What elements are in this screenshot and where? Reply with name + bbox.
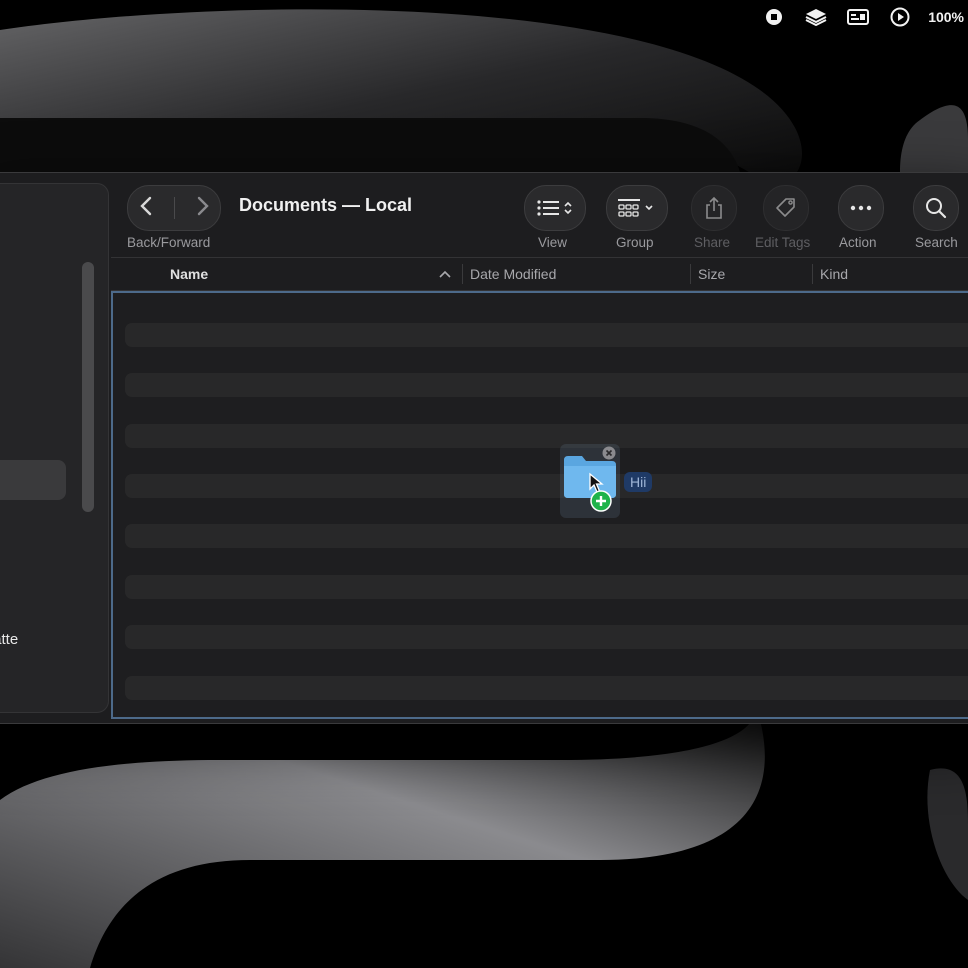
search-label: Search — [915, 235, 958, 250]
caption-icon[interactable] — [846, 7, 870, 27]
list-row-placeholder — [125, 373, 968, 397]
back-button[interactable] — [139, 196, 153, 221]
list-row-placeholder — [125, 676, 968, 700]
battery-percentage: 100% — [928, 9, 964, 25]
remove-badge-icon — [602, 446, 616, 460]
column-name[interactable]: Name — [170, 266, 208, 282]
sidebar: uwatte — [0, 183, 109, 713]
share-button[interactable] — [691, 185, 737, 231]
column-date-modified[interactable]: Date Modified — [470, 266, 556, 282]
list-row-placeholder — [125, 575, 968, 599]
forward-button[interactable] — [196, 196, 210, 221]
sort-ascending-icon[interactable] — [439, 270, 451, 278]
action-label: Action — [839, 235, 877, 250]
column-kind[interactable]: Kind — [820, 266, 848, 282]
chevron-right-icon — [197, 196, 209, 215]
toolbar: Back/Forward Documents — Local View Grou… — [127, 185, 968, 255]
column-size[interactable]: Size — [698, 266, 725, 282]
view-button[interactable] — [524, 185, 586, 231]
play-icon[interactable] — [888, 7, 912, 27]
list-row-placeholder — [125, 323, 968, 347]
more-icon — [850, 205, 872, 211]
share-icon — [706, 196, 722, 219]
dragged-folder[interactable] — [560, 444, 620, 518]
window-title: Documents — Local — [239, 195, 413, 215]
view-label: View — [538, 235, 568, 250]
menu-bar: 100% — [744, 0, 968, 34]
group-button[interactable] — [606, 185, 668, 231]
back-forward-label: Back/Forward — [127, 235, 211, 250]
edit-tags-button[interactable] — [763, 185, 809, 231]
list-row-placeholder — [125, 424, 968, 448]
search-button[interactable] — [913, 185, 959, 231]
tag-icon — [776, 198, 795, 217]
finder-window: uwatte Back/Forward Documents — Local Vi… — [0, 172, 968, 724]
copy-plus-badge-icon — [590, 490, 612, 512]
list-row-placeholder — [125, 474, 968, 498]
action-button[interactable] — [838, 185, 884, 231]
group-icon — [618, 199, 653, 217]
back-forward-control — [127, 185, 221, 231]
search-icon — [926, 198, 947, 219]
list-view-icon — [537, 200, 572, 216]
sidebar-item-selected[interactable] — [0, 460, 66, 500]
group-label: Group — [616, 235, 654, 250]
dragged-item-label: Hii — [624, 472, 653, 492]
edit-tags-label: Edit Tags — [755, 235, 811, 250]
share-label: Share — [694, 235, 731, 250]
column-header: Name Date Modified Size Kind — [111, 257, 968, 291]
sidebar-scrollbar[interactable] — [82, 262, 94, 512]
chevron-left-icon — [139, 196, 151, 215]
file-list-drop-target[interactable] — [111, 291, 968, 719]
stop-recording-icon[interactable] — [762, 7, 786, 27]
list-row-placeholder — [125, 524, 968, 548]
sidebar-item-label[interactable]: uwatte — [0, 631, 18, 648]
layers-icon[interactable] — [804, 7, 828, 27]
list-row-placeholder — [125, 625, 968, 649]
